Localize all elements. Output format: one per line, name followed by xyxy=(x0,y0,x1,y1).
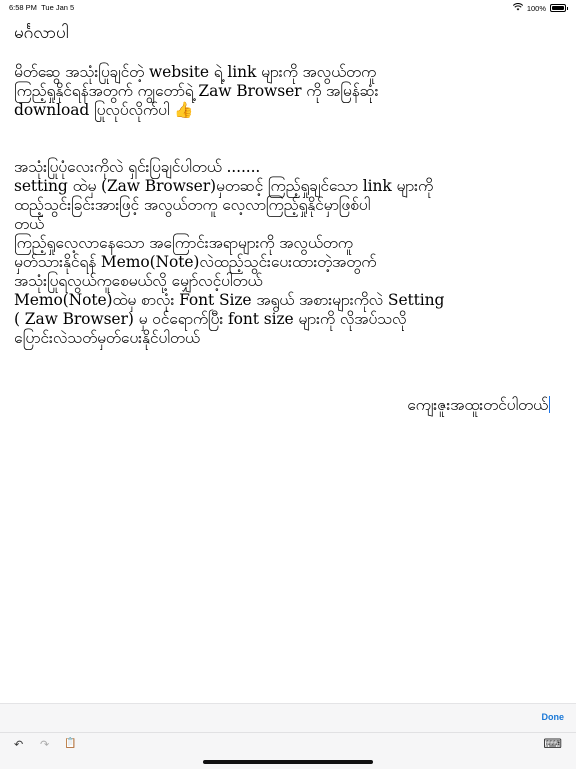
shortcut-toolbar: ↶ ↷ 📋 ⌨ xyxy=(0,732,576,755)
p2-line-2: setting ထဲမှ (Zaw Browser)မှတဆင့် ကြည့်ရ… xyxy=(14,177,434,195)
keyboard-icon[interactable]: ⌨ xyxy=(543,736,562,752)
status-bar: 6:58 PM Tue Jan 5 100% xyxy=(0,0,576,14)
signature-line: ကျေးဇူးအထူးတင်ပါတယ် xyxy=(407,396,550,414)
p2-line-4: တယ် xyxy=(14,215,44,233)
home-indicator[interactable] xyxy=(203,760,373,764)
p2-line-3: ထည့်သွင်းခြင်းအားဖြင့် အလွယ်တကူ လေ့လာကြည… xyxy=(14,196,371,214)
p2-line-5: ကြည့်ရှုလေ့လာနေသော အကြောင်းအရာများကို အလ… xyxy=(14,234,353,252)
p2-line-8: Memo(Note)ထဲမှ စာလုံး Font Size အရွယ် အစ… xyxy=(14,291,445,309)
battery-percent: 100% xyxy=(526,3,546,13)
p1-line-3: download ပြုလုပ်လိုက်ပါ 👍 xyxy=(14,101,194,119)
note-document[interactable]: မင်္ဂလာပါ မိတ်ဆွေ အသုံးပြုချင်တဲ့ websit… xyxy=(14,24,560,415)
p2-line-7: အသုံးပြုရလွယ်ကူစေမယ်လို့ မျှော်လင့်ပါတယ် xyxy=(14,272,263,290)
status-right: 100% xyxy=(512,3,568,13)
text-cursor xyxy=(549,396,550,413)
p1-line-2: ကြည့်ရှုနိုင်ရန်အတွက် ကျွတော်ရဲ့ Zaw Bro… xyxy=(14,82,379,100)
p2-line-10: ပြောင်းလဲသတ်မှတ်ပေးနိုင်ပါတယ် xyxy=(14,329,200,347)
paste-icon[interactable]: 📋 xyxy=(64,738,76,749)
redo-icon[interactable]: ↷ xyxy=(40,738,49,751)
status-time: 6:58 PM Tue Jan 5 xyxy=(9,3,75,12)
greeting-line: မင်္ဂလာပါ xyxy=(14,23,69,43)
p1-line-1: မိတ်ဆွေ အသုံးပြုချင်တဲ့ website ရဲ့ link… xyxy=(14,63,377,81)
wifi-icon xyxy=(512,3,523,13)
p2-line-6: မှတ်သားနိုင်ရန် Memo(Note)လဲထည့်သွင်းပေး… xyxy=(14,253,377,271)
battery-icon xyxy=(550,4,566,12)
done-button[interactable]: Done xyxy=(542,712,565,722)
p2-line-1: အသုံးပြုပုံလေးကိုလဲ ရှင်းပြချင်ပါတယ် ...… xyxy=(14,158,261,176)
undo-icon[interactable]: ↶ xyxy=(14,738,23,751)
p2-line-9: ( Zaw Browser) မှ ဝင်ရောက်ပြီး font size… xyxy=(14,310,407,328)
